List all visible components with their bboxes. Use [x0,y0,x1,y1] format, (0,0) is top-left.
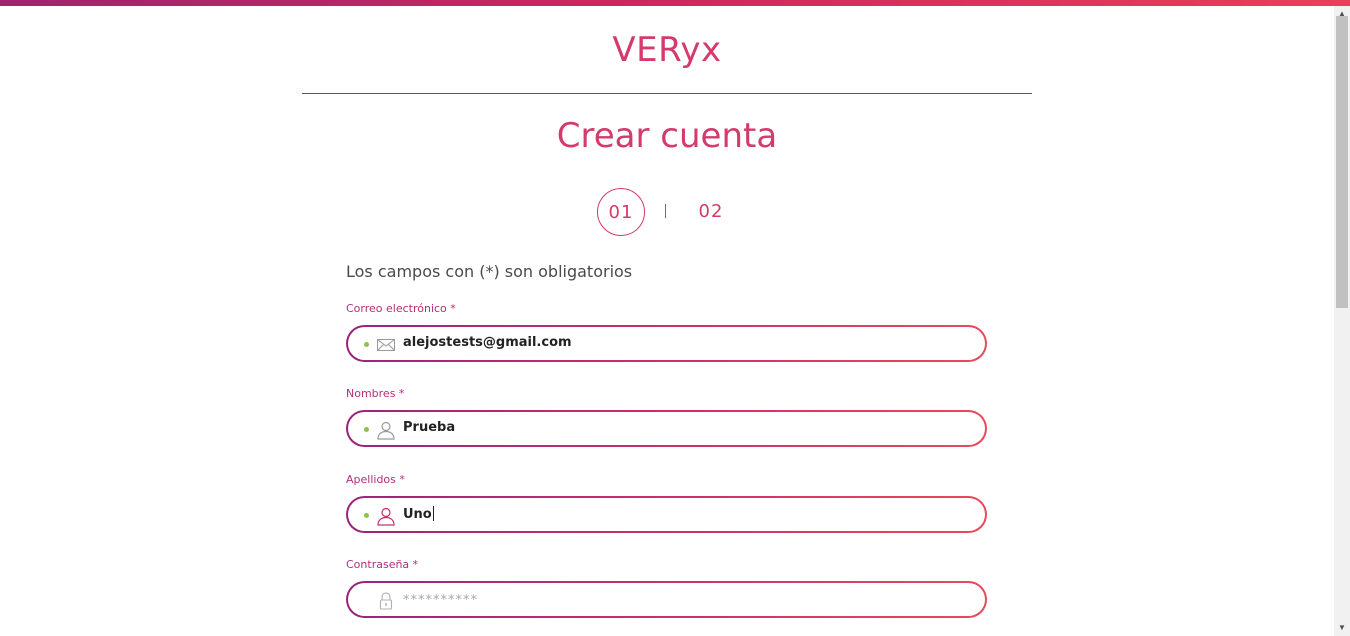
text-caret [432,506,434,521]
user-icon [377,507,395,526]
password-input[interactable] [403,589,963,611]
step-indicator-1: 01 [597,188,645,236]
valid-indicator [364,427,369,432]
valid-indicator [364,342,369,347]
vertical-scrollbar[interactable]: ▲ ▼ [1334,6,1350,636]
top-accent-bar [0,0,1350,6]
email-field[interactable]: alejostests@gmail.com [346,325,987,362]
envelope-icon [377,339,395,351]
scroll-down-arrow-icon[interactable]: ▼ [1334,620,1350,636]
email-value[interactable]: alejostests@gmail.com [403,335,572,350]
password-field[interactable] [346,581,987,618]
user-icon [377,421,395,440]
brand-logo[interactable]: VERyx [302,30,1032,70]
first-name-field[interactable]: Prueba [346,410,987,447]
first-name-value[interactable]: Prueba [403,420,455,435]
header-divider [302,93,1032,94]
last-name-field[interactable]: Uno [346,496,987,533]
step-indicator-2: 02 [698,201,724,222]
first-name-label: Nombres * [346,387,405,400]
last-name-text: Uno [403,507,432,522]
scrollbar-thumb[interactable] [1336,16,1348,308]
last-name-label: Apellidos * [346,473,405,486]
password-label: Contraseña * [346,558,419,571]
lock-icon [379,592,393,610]
required-fields-note: Los campos con (*) son obligatorios [346,262,633,281]
last-name-value[interactable]: Uno [403,506,434,522]
page-title: Crear cuenta [556,116,778,156]
step-separator [665,204,666,218]
valid-indicator [364,513,369,518]
email-label: Correo electrónico * [346,302,456,315]
